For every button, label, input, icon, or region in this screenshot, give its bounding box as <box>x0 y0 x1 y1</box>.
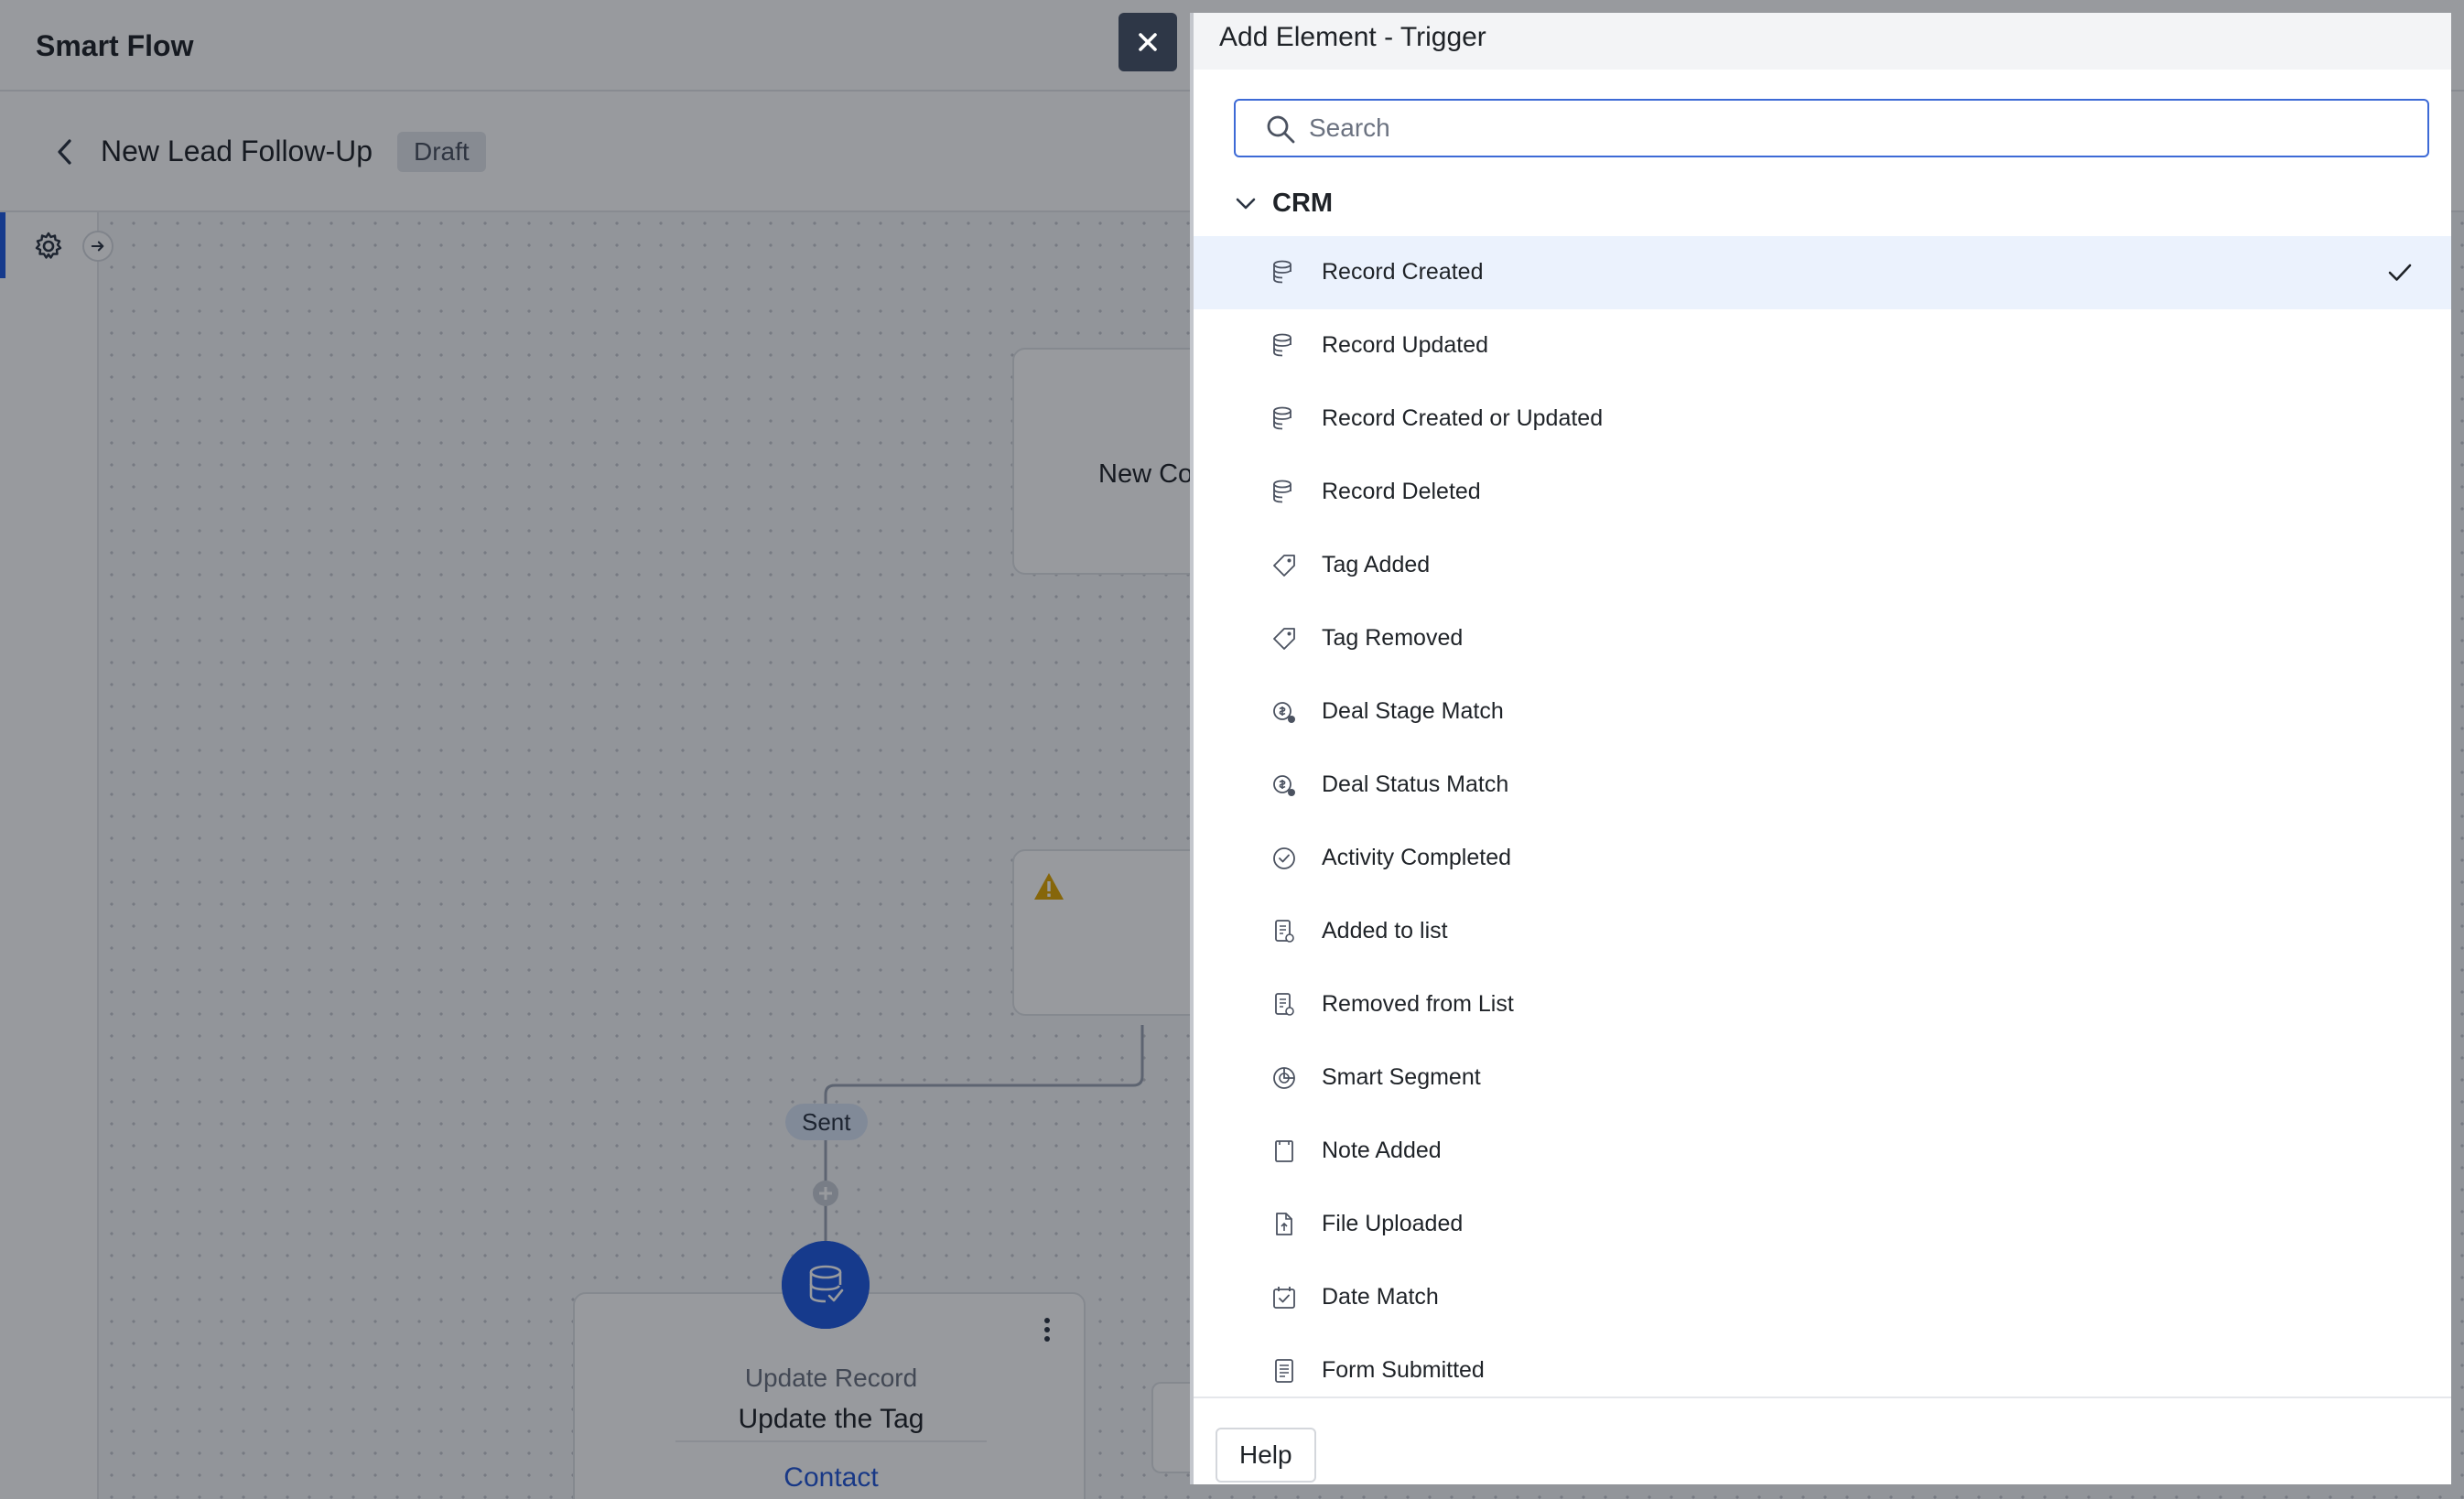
database-x-icon <box>1273 480 1291 503</box>
calendar-check-icon <box>1273 1286 1295 1309</box>
panel-title: Add Element - Trigger <box>1219 22 1486 52</box>
trigger-item[interactable]: Note Added <box>1194 1115 2451 1188</box>
trigger-item[interactable]: Date Match <box>1194 1261 2451 1334</box>
trigger-item-label: Removed from List <box>1322 991 1514 1017</box>
trigger-list: Record Created Record Updated Record Creat… <box>1194 236 2451 1407</box>
trigger-item-label: Deal Stage Match <box>1322 698 1504 724</box>
close-icon <box>1139 33 1157 51</box>
search-box[interactable] <box>1234 99 2429 157</box>
trigger-item[interactable]: Deal Stage Match <box>1194 675 2451 749</box>
chevron-down-icon <box>1236 198 1256 210</box>
trigger-item-label: File Uploaded <box>1322 1211 1464 1236</box>
deal-status-icon <box>1273 775 1296 797</box>
section-label: CRM <box>1272 189 1334 218</box>
database-sync-icon <box>1273 406 1291 430</box>
form-icon <box>1275 1359 1293 1383</box>
database-plus-icon <box>1273 260 1291 284</box>
check-circle-icon <box>1273 847 1295 869</box>
trigger-item[interactable]: Added to list <box>1194 895 2451 968</box>
trigger-item[interactable]: Smart Segment <box>1194 1041 2451 1115</box>
tag-remove-icon <box>1273 628 1295 650</box>
trigger-item-label: Record Updated <box>1322 332 1489 358</box>
trigger-item[interactable]: Tag Added <box>1194 529 2451 602</box>
database-edit-icon <box>1273 333 1291 357</box>
trigger-item[interactable]: Tag Removed <box>1194 602 2451 675</box>
trigger-item-label: Tag Removed <box>1322 625 1464 651</box>
trigger-item-label: Deal Status Match <box>1322 771 1509 797</box>
file-upload-icon <box>1276 1213 1292 1235</box>
tag-icon <box>1273 555 1295 577</box>
trigger-item[interactable]: Record Deleted <box>1194 456 2451 529</box>
list-remove-icon <box>1275 993 1294 1016</box>
close-button[interactable] <box>1119 13 1177 71</box>
deal-stage-icon <box>1273 702 1296 724</box>
trigger-item[interactable]: File Uploaded <box>1194 1188 2451 1261</box>
trigger-item-label: Date Match <box>1322 1284 1439 1310</box>
trigger-item-label: Added to list <box>1322 918 1448 944</box>
search-icon <box>1267 115 1295 144</box>
trigger-item-label: Activity Completed <box>1322 845 1512 870</box>
section-toggle-crm[interactable]: CRM <box>1234 185 1435 225</box>
trigger-item[interactable]: Record Created or Updated <box>1194 383 2451 456</box>
trigger-item-label: Form Submitted <box>1322 1357 1485 1383</box>
trigger-item-label: Smart Segment <box>1322 1064 1481 1090</box>
trigger-item-label: Record Created <box>1322 259 1484 285</box>
segment-icon <box>1273 1067 1295 1089</box>
trigger-item[interactable]: Deal Status Match <box>1194 749 2451 822</box>
trigger-item-label: Tag Added <box>1322 552 1431 577</box>
trigger-item-label: Note Added <box>1322 1138 1442 1163</box>
panel-footer: Help <box>1194 1397 2451 1484</box>
help-button[interactable]: Help <box>1216 1428 1316 1483</box>
trigger-item[interactable]: Record Created <box>1194 236 2451 309</box>
panel-header: Add Element - Trigger <box>1194 13 2451 70</box>
search-input[interactable] <box>1309 110 2407 146</box>
checkmark-icon <box>2388 264 2412 281</box>
note-icon <box>1275 1140 1293 1162</box>
trigger-item-label: Record Deleted <box>1322 479 1481 504</box>
add-element-panel: Add Element - Trigger CRM Record Created… <box>1190 13 2451 1484</box>
trigger-item[interactable]: Activity Completed <box>1194 822 2451 895</box>
trigger-item[interactable]: Record Updated <box>1194 309 2451 383</box>
trigger-item-label: Record Created or Updated <box>1322 405 1604 431</box>
trigger-item[interactable]: Removed from List <box>1194 968 2451 1041</box>
list-add-icon <box>1275 920 1294 943</box>
